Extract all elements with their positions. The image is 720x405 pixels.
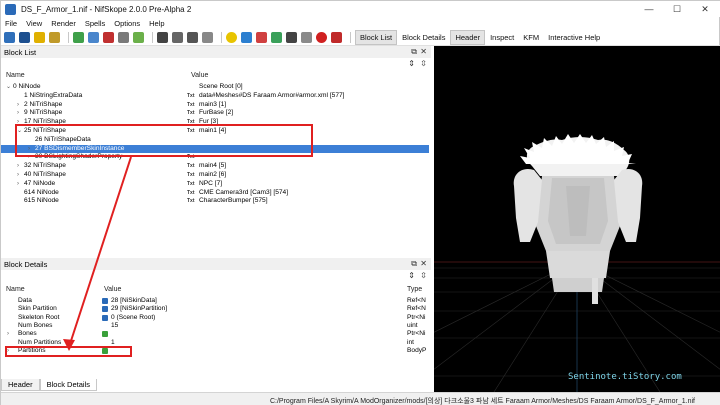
app-window: DS_F_Armor_1.nif - NifSkope 2.0.0 Pre-Al… bbox=[0, 0, 720, 405]
annotation-arrow bbox=[63, 156, 132, 351]
